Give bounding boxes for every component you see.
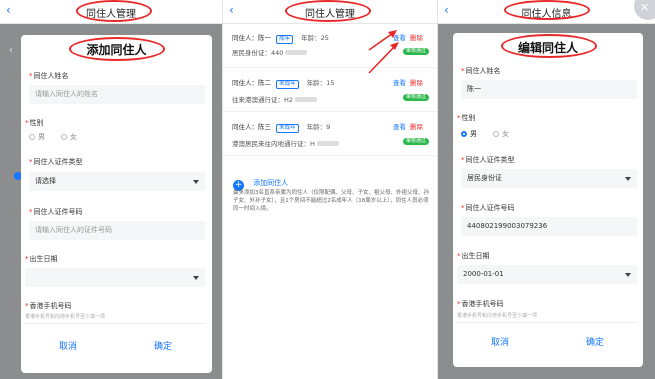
id-type-select[interactable]: 居民身份证 — [461, 169, 637, 188]
annotation-arrows — [368, 30, 399, 74]
field-label-id-type: *同住人证件类型 — [29, 158, 83, 166]
edit-cohabitant-screen: ‹ 同住人信息 ✕ 编辑同住人 *同住人姓名 陈一 *性别 男 女 *同住人证件… — [437, 0, 655, 379]
id-document: 居民身份证：440 — [232, 49, 284, 57]
delete-button[interactable]: 删除 — [410, 121, 423, 131]
list-item: 同住人：陈一 成年 年龄：25 查看 删除 居民身份证：440 审核通过 — [223, 28, 437, 68]
field-label-name: *同住人姓名 — [29, 72, 69, 80]
confirm-button[interactable]: 确定 — [154, 339, 172, 352]
divider — [25, 323, 206, 324]
delete-button[interactable]: 删除 — [410, 77, 423, 87]
birthdate-select[interactable] — [25, 268, 205, 287]
status-badge: 审核通过 — [403, 94, 430, 101]
id-type-select[interactable]: 请选择 — [29, 172, 205, 191]
field-label-id-number: *同住人证件号码 — [29, 208, 83, 216]
field-label-gender: *性别 — [25, 119, 44, 127]
gender-female-radio[interactable]: 女 — [493, 129, 509, 139]
birthdate-select[interactable]: 2000-01-01 — [457, 265, 637, 284]
annotation-oval — [285, 0, 371, 22]
edit-cohabitant-modal: 编辑同住人 *同住人姓名 陈一 *性别 男 女 *同住人证件类型 居民身份证 *… — [453, 33, 643, 367]
add-cohabitant-screen: ‹ 同住人管理 ‹ 添加同住人 *同住人姓名 请输入同住人的姓名 *性别 男 女… — [0, 0, 222, 379]
cohabitant-age: 年龄：15 — [306, 79, 335, 87]
id-number-input[interactable]: 请输入同住人的证件号码 — [29, 221, 205, 240]
id-number-input[interactable]: 440802199003079236 — [461, 217, 637, 236]
gender-male-radio[interactable]: 男 — [461, 129, 477, 139]
status-badge: 审核通过 — [403, 138, 430, 145]
field-label-name: *同住人姓名 — [461, 67, 501, 75]
chevron-down-icon — [193, 276, 199, 280]
field-label-gender: *性别 — [457, 114, 476, 122]
confirm-button[interactable]: 确定 — [586, 335, 604, 348]
annotation-oval — [69, 37, 165, 61]
field-label-id-type: *同住人证件类型 — [461, 156, 515, 164]
cohabitant-age: 年龄：9 — [306, 123, 331, 131]
field-label-hk-phone: *香港手机号码 — [457, 300, 504, 308]
annotation-oval — [501, 34, 597, 58]
list-item: 同住人：陈二 未成年 年龄：15 查看 删除 往来港澳通行证：H2 审核通过 — [223, 72, 437, 112]
annotation-oval — [504, 0, 590, 20]
delete-button[interactable]: 删除 — [410, 32, 423, 42]
phone-hint: 香港手机号和内地手机号至少填一项 — [25, 314, 106, 320]
cohabitant-age: 年龄：25 — [301, 34, 329, 42]
gender-female-radio[interactable]: 女 — [61, 132, 77, 142]
view-button[interactable]: 查看 — [393, 77, 406, 87]
cohabitant-list-screen: ‹ 同住人管理 同住人：陈一 成年 年龄：25 查看 删除 居民身份证：440 … — [222, 0, 437, 379]
name-input[interactable]: 请输入同住人的姓名 — [29, 85, 205, 104]
gender-male-radio[interactable]: 男 — [29, 132, 45, 142]
field-label-birthdate: *出生日期 — [25, 255, 58, 263]
id-document: 港澳居民来往内地通行证：H — [232, 140, 315, 148]
chevron-down-icon — [625, 273, 631, 277]
phone-hint: 香港手机号和内地手机号至少填一项 — [457, 313, 538, 319]
list-item: 同住人：陈三 未成年 年龄：9 查看 删除 港澳居民来往内地通行证：H 审核通过 — [223, 116, 437, 156]
status-badge: 审核通过 — [403, 48, 430, 55]
age-group-badge: 未成年 — [276, 80, 299, 89]
id-document: 往来港澳通行证：H2 — [232, 96, 294, 104]
age-group-badge: 成年 — [276, 35, 294, 44]
annotation-oval — [76, 0, 152, 22]
add-cohabitant-modal: 添加同住人 *同住人姓名 请输入同住人的姓名 *性别 男 女 *同住人证件类型 … — [21, 35, 212, 373]
age-group-badge: 未成年 — [276, 124, 299, 133]
notice-text: 最多添加3名直系亲属为同住人（仅限配偶、父母、子女、祖父母、外祖父母、孙子女、外… — [233, 190, 430, 212]
field-label-hk-phone: *香港手机号码 — [25, 302, 72, 310]
cohabitant-name: 同住人：陈一 — [232, 34, 271, 42]
cohabitant-name: 同住人：陈三 — [232, 123, 271, 131]
chevron-down-icon — [625, 177, 631, 181]
divider — [457, 322, 637, 323]
add-cohabitant-button[interactable]: + 添加同住人 — [233, 170, 288, 191]
background-back-icon: ‹ — [9, 45, 13, 56]
name-input[interactable]: 陈一 — [461, 80, 637, 99]
cancel-button[interactable]: 取消 — [491, 335, 509, 348]
field-label-birthdate: *出生日期 — [457, 252, 490, 260]
field-label-id-number: *同住人证件号码 — [461, 204, 515, 212]
view-button[interactable]: 查看 — [393, 121, 406, 131]
chevron-down-icon — [193, 180, 199, 184]
add-cohabitant-label: 添加同住人 — [253, 179, 289, 187]
cohabitant-name: 同住人：陈二 — [232, 79, 271, 87]
cancel-button[interactable]: 取消 — [59, 339, 77, 352]
